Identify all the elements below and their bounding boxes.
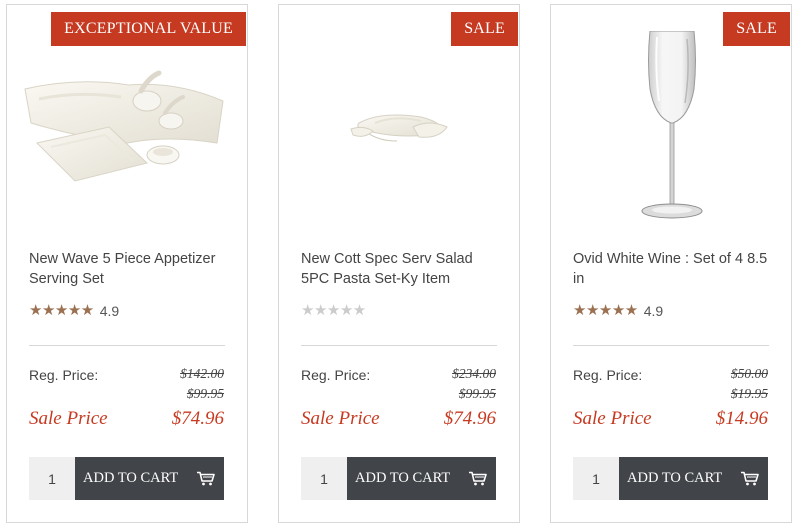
previous-price-value: $99.95 xyxy=(186,386,224,401)
divider xyxy=(573,345,769,346)
sale-price-label: Sale Price xyxy=(301,408,380,429)
product-rating: ★★★★★ xyxy=(301,303,372,319)
reg-price-label: Reg. Price: xyxy=(573,367,643,383)
product-title[interactable]: New Wave 5 Piece Appetizer Serving Set xyxy=(29,249,229,289)
reg-price-label: Reg. Price: xyxy=(301,367,371,383)
product-rating: ★★★★★ 4.9 xyxy=(29,302,120,320)
quantity-input[interactable] xyxy=(29,457,75,500)
star-rating-icons: ★★★★★ xyxy=(29,302,94,319)
reg-price-label: Reg. Price: xyxy=(29,367,99,383)
star-rating-icons: ★★★★★ xyxy=(573,302,638,319)
add-to-cart-label: ADD TO CART xyxy=(627,470,723,486)
product-title[interactable]: New Cott Spec Serv Salad 5PC Pasta Set-K… xyxy=(301,249,501,289)
add-to-cart-button[interactable]: ADD TO CART xyxy=(347,457,496,500)
product-rating: ★★★★★ 4.9 xyxy=(573,302,664,320)
divider xyxy=(29,345,225,346)
sale-price-value: $74.96 xyxy=(171,408,224,429)
product-card: SALE Ovid White Wine : Set of 4 8.5 in ★… xyxy=(550,4,792,523)
rating-value: 4.9 xyxy=(99,303,120,319)
previous-price-value: $19.95 xyxy=(730,386,768,401)
sale-price-label: Sale Price xyxy=(29,408,108,429)
add-to-cart-label: ADD TO CART xyxy=(83,470,179,486)
quantity-input[interactable] xyxy=(301,457,347,500)
product-image[interactable] xyxy=(17,31,239,221)
product-image[interactable] xyxy=(289,31,511,221)
reg-price-value: $50.00 xyxy=(730,366,768,381)
rating-value: 4.9 xyxy=(643,303,664,319)
sale-price-label: Sale Price xyxy=(573,408,652,429)
star-rating-icons: ★★★★★ xyxy=(301,302,366,319)
product-card: SALE New Cott Spec Serv Salad 5PC Pasta … xyxy=(278,4,520,523)
previous-price-value: $99.95 xyxy=(458,386,496,401)
sale-price-value: $14.96 xyxy=(715,408,768,429)
reg-price-value: $234.00 xyxy=(452,366,496,381)
sale-price-value: $74.96 xyxy=(443,408,496,429)
add-to-cart-label: ADD TO CART xyxy=(355,470,451,486)
product-title[interactable]: Ovid White Wine : Set of 4 8.5 in xyxy=(573,249,773,289)
quantity-input[interactable] xyxy=(573,457,619,500)
add-to-cart-button[interactable]: ADD TO CART xyxy=(619,457,768,500)
product-card: EXCEPTIONAL VALUE New Wave 5 Piece Appet… xyxy=(6,4,248,523)
add-to-cart-button[interactable]: ADD TO CART xyxy=(75,457,224,500)
product-image[interactable] xyxy=(561,31,783,221)
reg-price-value: $142.00 xyxy=(180,366,224,381)
cart-icon xyxy=(741,471,759,486)
cart-icon xyxy=(197,471,215,486)
cart-icon xyxy=(469,471,487,486)
divider xyxy=(301,345,497,346)
